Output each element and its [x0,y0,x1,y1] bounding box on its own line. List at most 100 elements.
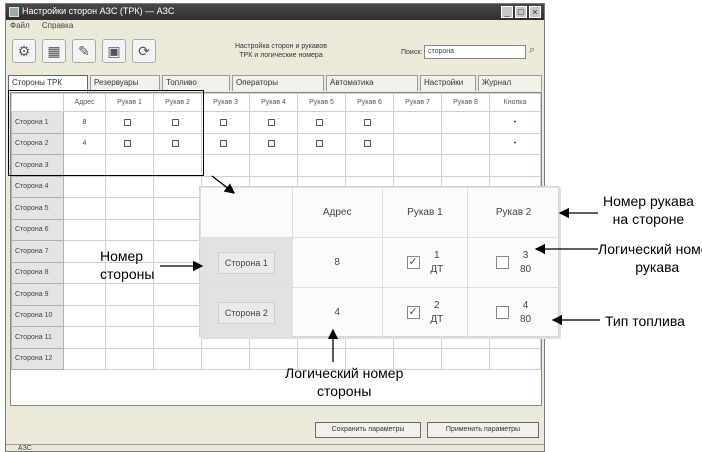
grid-cell[interactable]: · · [249,111,298,134]
grid-cell[interactable] [441,154,490,177]
grid-cell[interactable] [153,304,202,327]
grid-cell[interactable]: · · [249,132,298,155]
row-header[interactable]: Сторона 7 [11,240,64,263]
connect-button[interactable]: ⚙ [12,39,36,63]
grid-cell[interactable]: · · [105,132,154,155]
grid-cell[interactable] [105,154,154,177]
zoomed-address[interactable]: 4 [291,287,383,338]
row-header[interactable]: Сторона 4 [11,175,64,198]
grid-cell[interactable] [153,197,202,220]
grid-cell[interactable] [63,326,106,349]
grid-cell[interactable] [63,218,106,241]
hose-checkbox[interactable] [124,140,132,148]
grid-cell[interactable] [105,197,154,220]
grid-cell[interactable]: · · [345,132,394,155]
table-button[interactable]: ▦ [42,39,66,63]
edit-button[interactable]: ✎ [72,39,96,63]
grid-cell[interactable] [393,132,442,155]
grid-cell[interactable] [393,154,442,177]
grid-cell[interactable]: • [489,132,541,155]
hose-checkbox[interactable] [172,140,180,148]
grid-cell[interactable] [441,111,490,134]
grid-cell[interactable]: • [489,111,541,134]
grid-cell[interactable] [201,347,250,370]
grid-cell[interactable] [105,326,154,349]
hose-checkbox[interactable] [220,118,228,126]
grid-cell[interactable] [153,175,202,198]
save-toolbar-button[interactable]: ▣ [102,39,126,63]
hose-checkbox-checked[interactable]: ✓ [406,306,420,319]
hose-checkbox[interactable] [316,118,324,126]
grid-cell[interactable]: · · [201,132,250,155]
grid-cell[interactable] [63,304,106,327]
minimize-button[interactable]: _ [501,6,513,18]
grid-cell[interactable] [345,154,394,177]
grid-cell[interactable] [153,261,202,284]
row-header[interactable]: Сторона 3 [11,154,64,177]
tab-sides[interactable]: Стороны ТРК [8,75,88,92]
grid-cell[interactable] [153,240,202,263]
tab-operators[interactable]: Операторы [232,75,324,91]
grid-cell[interactable] [297,154,346,177]
row-header[interactable]: Сторона 8 [11,261,64,284]
hose-checkbox-unchecked[interactable] [496,306,510,319]
grid-cell[interactable] [441,347,490,370]
hose-checkbox[interactable] [316,140,324,148]
grid-cell[interactable] [153,154,202,177]
hose-checkbox-checked[interactable]: ✓ [406,256,420,269]
search-input[interactable]: сторона [424,45,526,59]
hose-checkbox[interactable] [268,118,276,126]
row-header[interactable]: Сторона 6 [11,218,64,241]
save-params-button[interactable]: Сохранить параметры [315,422,421,438]
row-header[interactable]: Сторона 2 [11,132,64,155]
grid-cell[interactable] [393,111,442,134]
search-button[interactable]: ⌕ [529,44,543,60]
tab-automation[interactable]: Автоматика [326,75,418,91]
close-button[interactable]: × [529,6,541,18]
hose-checkbox[interactable] [268,140,276,148]
hose-checkbox[interactable] [220,140,228,148]
row-header[interactable]: Сторона 11 [11,326,64,349]
maximize-button[interactable]: □ [515,6,527,18]
grid-cell[interactable] [489,347,541,370]
hose-checkbox[interactable] [364,140,372,148]
grid-cell[interactable]: · · [297,111,346,134]
grid-cell[interactable] [63,283,106,306]
grid-cell[interactable] [201,154,250,177]
grid-cell[interactable] [153,218,202,241]
apply-params-button[interactable]: Применить параметры [427,422,539,438]
grid-cell[interactable] [105,175,154,198]
grid-cell[interactable] [63,175,106,198]
hose-checkbox[interactable] [172,118,180,126]
tab-settings[interactable]: Настройки [420,75,476,91]
grid-cell[interactable]: · · [153,111,202,134]
grid-cell[interactable] [63,347,106,370]
side-button[interactable]: Сторона 2 [217,301,275,324]
grid-cell[interactable] [63,154,106,177]
side-button[interactable]: Сторона 1 [217,251,275,274]
tab-fuel[interactable]: Топливо [162,75,230,91]
grid-cell[interactable] [153,326,202,349]
grid-cell[interactable]: · · [345,111,394,134]
grid-cell[interactable] [249,154,298,177]
tab-log[interactable]: Журнал [478,75,542,91]
menu-item-file[interactable]: Файл [10,21,30,30]
row-header[interactable]: Сторона 10 [11,304,64,327]
hose-checkbox[interactable] [364,118,372,126]
grid-cell[interactable] [63,197,106,220]
grid-cell[interactable] [441,132,490,155]
grid-cell[interactable]: 4 [63,132,106,155]
row-header[interactable]: Сторона 12 [11,347,64,370]
grid-cell[interactable] [489,154,541,177]
grid-cell[interactable] [105,218,154,241]
grid-cell[interactable]: 8 [63,111,106,134]
grid-cell[interactable]: · · [201,111,250,134]
menu-item-help[interactable]: Справка [42,21,73,30]
row-header[interactable]: Сторона 1 [11,111,64,134]
row-header[interactable]: Сторона 5 [11,197,64,220]
refresh-button[interactable]: ⟳ [132,39,156,63]
grid-cell[interactable]: · · [105,111,154,134]
grid-cell[interactable] [105,304,154,327]
grid-cell[interactable]: · · [297,132,346,155]
grid-cell[interactable] [105,347,154,370]
